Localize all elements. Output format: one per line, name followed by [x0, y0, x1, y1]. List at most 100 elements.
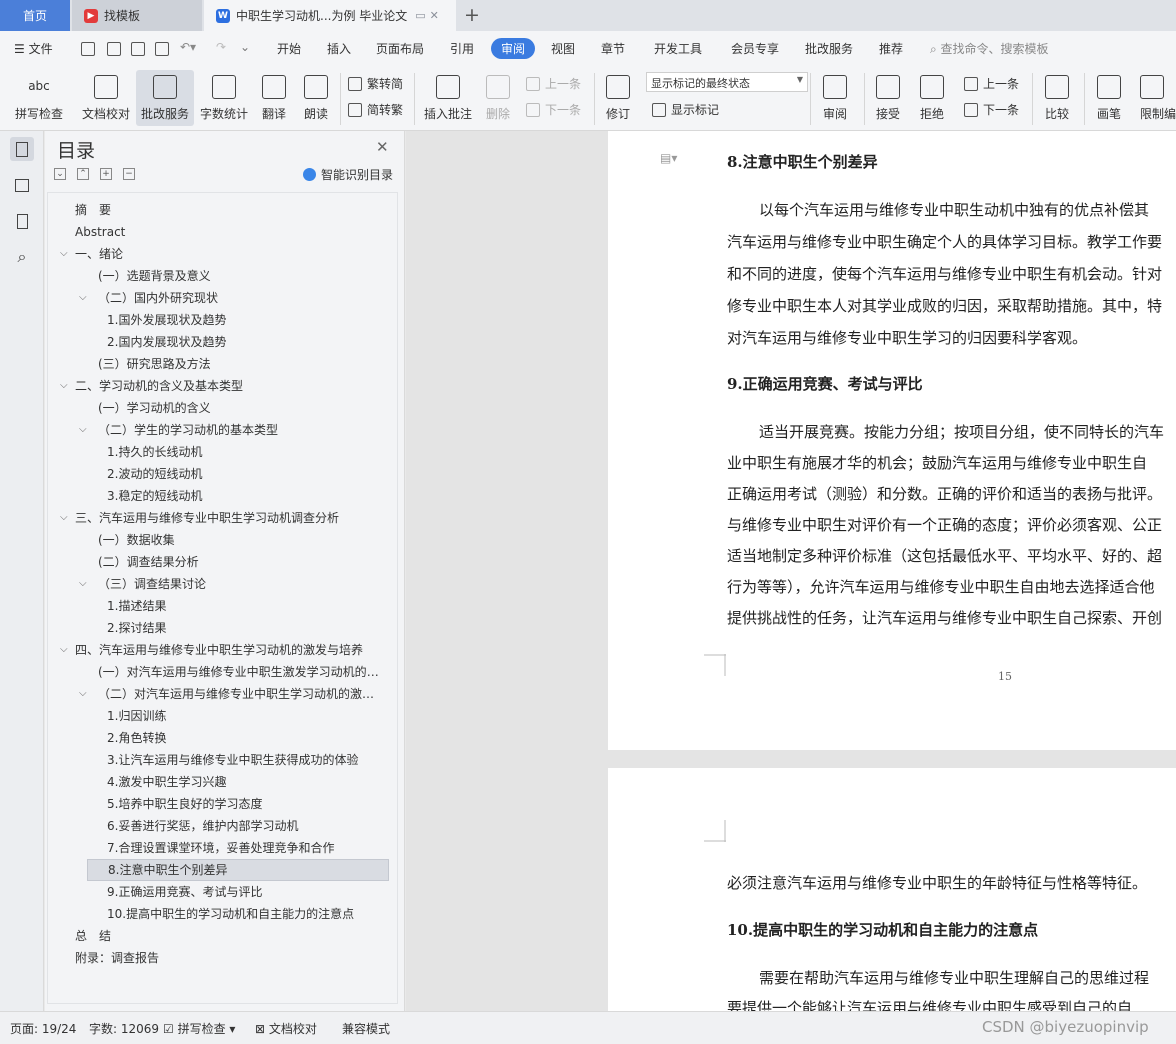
toc-toggle-icon[interactable]: ⌵: [60, 507, 68, 529]
simp-to-trad-button[interactable]: 简转繁: [348, 101, 403, 118]
command-search[interactable]: ⌕ 查找命令、搜索模板: [930, 40, 1049, 57]
prev-comment-button[interactable]: 上一条: [526, 75, 581, 92]
toc-item[interactable]: 10.提高中职生的学习动机和自主能力的注意点: [107, 903, 384, 925]
menu-developer[interactable]: 开发工具: [654, 40, 702, 57]
collapse-all-icon[interactable]: ⌄: [54, 168, 66, 180]
document-page[interactable]: ▤▾ 8.注意中职生个别差异 以每个汽车运用与维修专业中职生动机中独有的优点补偿…: [608, 131, 1176, 750]
toc-item[interactable]: 四、汽车运用与维修专业中职生学习动机的激发与培养: [75, 639, 384, 661]
add-heading-icon[interactable]: +: [100, 168, 112, 180]
toc-item[interactable]: (一）选题背景及意义: [98, 265, 384, 287]
toc-toggle-icon[interactable]: ⌵: [60, 375, 68, 397]
toc-item[interactable]: 5.培养中职生良好的学习态度: [107, 793, 384, 815]
smart-toc-button[interactable]: 智能识别目录: [303, 166, 393, 183]
export-pdf-icon[interactable]: [107, 42, 121, 56]
print-preview-icon[interactable]: [155, 42, 169, 56]
toc-item[interactable]: 1.持久的长线动机: [107, 441, 384, 463]
status-spellcheck[interactable]: ☑ 拼写检查 ▾: [163, 1020, 235, 1037]
toc-item[interactable]: 1.国外发展现状及趋势: [107, 309, 384, 331]
menu-insert[interactable]: 插入: [327, 40, 351, 57]
document-page[interactable]: 必须注意汽车运用与维修专业中职生的年龄特征与性格等特征。 10.提高中职生的学习…: [608, 768, 1176, 1011]
toc-toggle-icon[interactable]: ⌵: [79, 573, 87, 595]
page-indicator[interactable]: 页面: 19/24: [10, 1020, 76, 1037]
toc-item[interactable]: 1.归因训练: [107, 705, 384, 727]
compare-button[interactable]: 比较: [1038, 70, 1076, 126]
toc-item[interactable]: 摘 要: [75, 199, 384, 221]
toc-item[interactable]: (一）学习动机的含义: [98, 397, 384, 419]
bookmark-icon[interactable]: [10, 209, 34, 233]
remove-heading-icon[interactable]: −: [123, 168, 135, 180]
prev-change-button[interactable]: 上一条: [964, 75, 1019, 92]
toc-toggle-icon[interactable]: ⌵: [79, 419, 87, 441]
reject-button[interactable]: 拒绝: [914, 70, 950, 126]
show-markup-button[interactable]: 显示标记: [652, 101, 719, 118]
menu-approve-service[interactable]: 批改服务: [805, 40, 853, 57]
toc-item[interactable]: 一、绪论: [75, 243, 384, 265]
menu-layout[interactable]: 页面布局: [376, 40, 424, 57]
toc-item[interactable]: Abstract: [75, 221, 384, 243]
menu-start[interactable]: 开始: [277, 40, 301, 57]
toc-panel-icon[interactable]: [10, 137, 34, 161]
menu-view[interactable]: 视图: [551, 40, 575, 57]
toc-item[interactable]: 三、汽车运用与维修专业中职生学习动机调查分析: [75, 507, 384, 529]
status-proofread[interactable]: ⊠ 文档校对: [255, 1020, 317, 1037]
toc-item[interactable]: 2.国内发展现状及趋势: [107, 331, 384, 353]
search-icon[interactable]: ⌕: [10, 245, 34, 269]
toc-item[interactable]: 二、学习动机的含义及基本类型: [75, 375, 384, 397]
file-menu[interactable]: ☰ 文件: [14, 40, 53, 57]
toc-item[interactable]: （二）国内外研究现状: [98, 287, 384, 309]
toc-toggle-icon[interactable]: ⌵: [60, 243, 68, 265]
toc-item[interactable]: (三）研究思路及方法: [98, 353, 384, 375]
toc-item[interactable]: 3.让汽车运用与维修专业中职生获得成功的体验: [107, 749, 384, 771]
expand-up-icon[interactable]: ⌃: [77, 168, 89, 180]
toc-item[interactable]: (一）对汽车运用与维修专业中职生激发学习动机的注意点: [98, 661, 384, 683]
toc-item[interactable]: (二）调查结果分析: [98, 551, 384, 573]
accept-button[interactable]: 接受: [870, 70, 906, 126]
more-icon[interactable]: ⌄: [240, 40, 250, 54]
toc-toggle-icon[interactable]: ⌵: [60, 639, 68, 661]
delete-comment-button[interactable]: 删除: [480, 70, 516, 126]
tab-document[interactable]: W 中职生学习动机...为例 毕业论文 ▭✕: [204, 0, 456, 31]
insert-comment-button[interactable]: 插入批注: [422, 70, 474, 126]
toc-toggle-icon[interactable]: ⌵: [79, 683, 87, 705]
toc-toggle-icon[interactable]: ⌵: [79, 287, 87, 309]
menu-reference[interactable]: 引用: [450, 40, 474, 57]
toc-item[interactable]: 9.正确运用竞赛、考试与评比: [107, 881, 384, 903]
toc-item[interactable]: 2.角色转换: [107, 727, 384, 749]
toc-item[interactable]: （二）学生的学习动机的基本类型: [98, 419, 384, 441]
toc-item[interactable]: 2.波动的短线动机: [107, 463, 384, 485]
tab-close-icon[interactable]: ▭✕: [415, 9, 443, 22]
toc-item[interactable]: 附录：调查报告: [75, 947, 384, 969]
redo-icon[interactable]: ↷: [216, 40, 226, 54]
print-icon[interactable]: [131, 42, 145, 56]
document-canvas[interactable]: ▤▾ 8.注意中职生个别差异 以每个汽车运用与维修专业中职生动机中独有的优点补偿…: [406, 131, 1176, 1011]
translate-button[interactable]: 翻译: [256, 70, 292, 126]
chapter-panel-icon[interactable]: [10, 173, 34, 197]
menu-chapter[interactable]: 章节: [601, 40, 625, 57]
word-count-button[interactable]: 字数统计: [198, 70, 250, 126]
menu-review[interactable]: 审阅: [491, 38, 536, 59]
undo-icon[interactable]: ↶▾: [180, 40, 196, 54]
trad-to-simp-button[interactable]: 繁转简: [348, 75, 403, 92]
page-options-icon[interactable]: ▤▾: [660, 151, 677, 165]
close-icon[interactable]: ✕: [376, 138, 389, 156]
menu-member[interactable]: 会员专享: [731, 40, 779, 57]
tab-templates[interactable]: ▶ 找模板: [72, 0, 202, 31]
review-pane-button[interactable]: 审阅: [816, 70, 854, 126]
toc-item[interactable]: 4.激发中职生学习兴趣: [107, 771, 384, 793]
markup-state-select[interactable]: 显示标记的最终状态 ▼: [646, 72, 808, 92]
read-aloud-button[interactable]: 朗读: [300, 70, 332, 126]
tab-home[interactable]: 首页: [0, 0, 70, 31]
next-comment-button[interactable]: 下一条: [526, 101, 581, 118]
proofread-button[interactable]: 文档校对: [80, 70, 132, 126]
ink-button[interactable]: 画笔: [1092, 70, 1126, 126]
toc-item[interactable]: 2.探讨结果: [107, 617, 384, 639]
toc-item[interactable]: 3.稳定的短线动机: [107, 485, 384, 507]
spellcheck-button[interactable]: abc 拼写检查: [10, 70, 68, 126]
toc-item[interactable]: （三）调查结果讨论: [98, 573, 384, 595]
toc-item[interactable]: 7.合理设置课堂环境，妥善处理竞争和合作: [107, 837, 384, 859]
toc-item[interactable]: 6.妥善进行奖惩，维护内部学习动机: [107, 815, 384, 837]
toc-item[interactable]: 8.注意中职生个别差异: [87, 859, 389, 881]
word-count-indicator[interactable]: 字数: 12069: [89, 1020, 159, 1037]
approve-service-button[interactable]: 批改服务: [136, 70, 194, 126]
new-tab-icon[interactable]: +: [462, 4, 482, 26]
